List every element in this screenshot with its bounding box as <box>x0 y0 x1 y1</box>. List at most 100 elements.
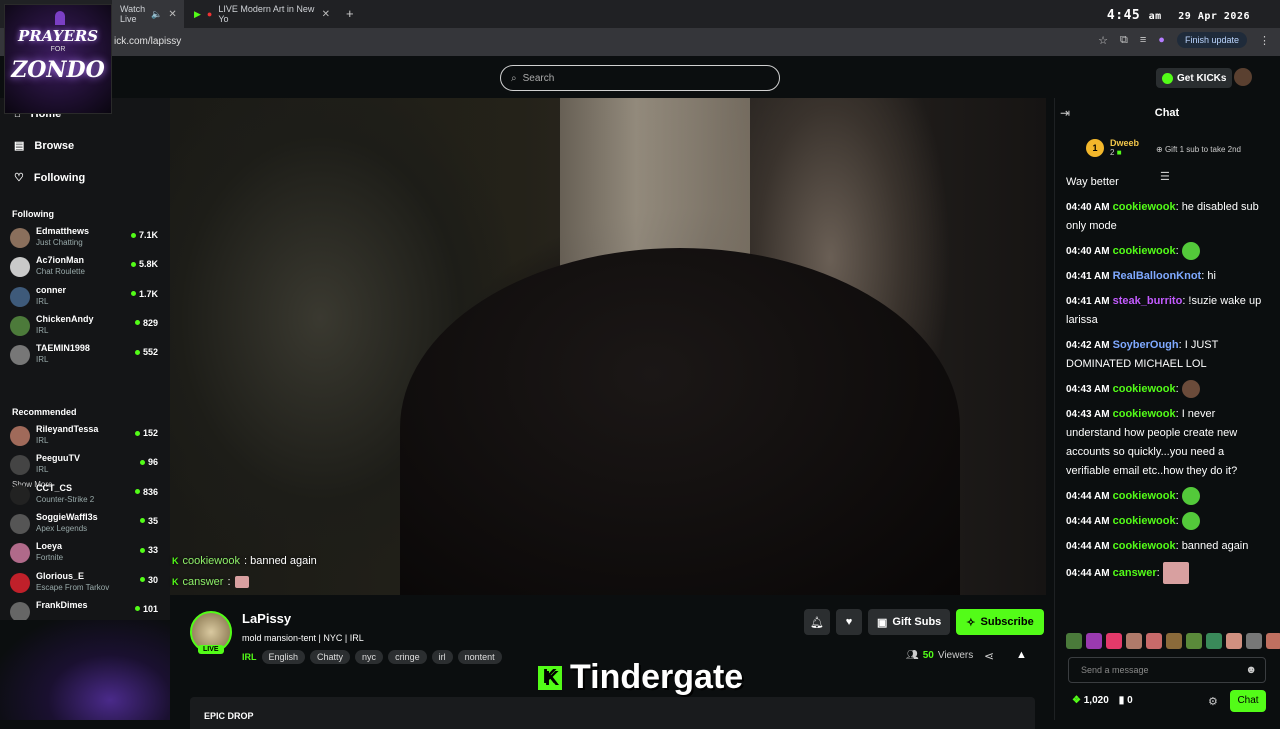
sidebar-channel-item[interactable]: Ac7ionMan Chat Roulette 5.8K <box>10 254 162 282</box>
live-dot-icon <box>134 489 140 495</box>
message-text: : <box>1175 383 1179 395</box>
user-avatar[interactable] <box>1234 68 1252 86</box>
get-kicks-button[interactable]: Get KICKs <box>1156 68 1233 88</box>
gift-subs-button[interactable]: ▣ Gift Subs <box>868 609 951 635</box>
tag-chip[interactable]: cringe <box>388 650 427 664</box>
live-dot-icon <box>139 518 145 524</box>
finish-update-button[interactable]: Finish update <box>1176 32 1247 48</box>
message-username[interactable]: steak_burrito <box>1113 295 1183 307</box>
leader-name[interactable]: Dweeb <box>1110 138 1139 148</box>
streamer-name[interactable]: LaPissy <box>242 611 291 626</box>
report-warning-icon[interactable]: ▲ <box>1016 649 1027 661</box>
browser-menu-icon[interactable]: ⋮ <box>1259 34 1270 47</box>
sidebar-channel-item[interactable]: Glorious_E Escape From Tarkov 30 <box>10 570 162 598</box>
emote-icon[interactable] <box>1246 633 1262 649</box>
sidebar-item-following[interactable]: ♡ Following <box>14 171 85 185</box>
message-username[interactable]: RealBalloonKnot <box>1113 270 1202 282</box>
channel-viewers: 152 <box>134 428 158 438</box>
viewer-count: 👥︎ 50 Viewers <box>906 650 973 661</box>
sidebar-channel-item[interactable]: RileyandTessa IRL 152 <box>10 423 162 451</box>
browse-icon: ▤ <box>14 140 25 152</box>
send-chat-button[interactable]: Chat <box>1230 690 1266 712</box>
message-username[interactable]: cookiewook <box>1113 383 1176 395</box>
message-time: 04:40 AM <box>1066 246 1110 257</box>
message-username[interactable]: cookiewook <box>1113 490 1176 502</box>
sidebar-channel-item[interactable]: Loeya Fortnite 33 <box>10 540 162 568</box>
viewer-number: 96 <box>147 457 158 468</box>
browser-tab-modern-art[interactable]: ▶ ● LIVE Modern Art in New Yo ✕ <box>186 0 338 28</box>
message-text: : <box>1175 245 1179 257</box>
channel-avatar <box>10 601 30 622</box>
gift-hint[interactable]: ⊕ Gift 1 sub to take 2nd <box>1156 145 1241 154</box>
viewer-number: 1.7K <box>138 288 158 299</box>
category-link[interactable]: IRL <box>242 652 257 662</box>
extensions-icon[interactable]: ⧉ <box>1120 34 1128 47</box>
channel-viewers: 1.7K <box>130 288 158 299</box>
channel-category: Counter-Strike 2 <box>36 494 95 504</box>
sidebar-channel-item[interactable]: Edmatthews Just Chatting 7.1K <box>10 225 162 253</box>
browser-tab-watch-live[interactable]: Watch Live 🔈 ✕ <box>112 0 184 28</box>
recommended-heading: Recommended <box>12 407 77 417</box>
channel-avatar <box>10 484 30 505</box>
gift-icon: ⊕ <box>1156 145 1163 154</box>
message-username[interactable]: SoyberOugh <box>1113 339 1179 351</box>
message-username[interactable]: cookiewook <box>1113 201 1176 213</box>
share-icon[interactable]: ⋖ <box>984 649 994 663</box>
chat-message: 04:41 AM steak_burrito: !suzie wake up l… <box>1066 292 1268 330</box>
bookmark-star-icon[interactable]: ☆ <box>1098 34 1108 47</box>
message-time: 04:40 AM <box>1066 202 1110 213</box>
tag-chip[interactable]: nontent <box>457 650 502 664</box>
message-username[interactable]: cookiewook <box>1113 408 1176 420</box>
sidebar-channel-item[interactable]: CCT_CS Counter-Strike 2 836 <box>10 482 162 510</box>
close-tab-icon[interactable]: ✕ <box>322 9 330 20</box>
emote-icon[interactable] <box>1186 633 1202 649</box>
sidebar-channel-item[interactable]: PeeguuTV IRL 96 <box>10 452 162 480</box>
emote-icon[interactable] <box>1166 633 1182 649</box>
message-username[interactable]: cookiewook <box>1113 245 1176 257</box>
clock-ampm: am <box>1148 11 1162 22</box>
notification-bell-button[interactable]: 🔔︎ <box>804 609 830 635</box>
emoji-picker-icon[interactable]: ☻ <box>1245 664 1257 676</box>
speaker-icon[interactable]: 🔈 <box>151 9 162 20</box>
search-input[interactable]: ⌕ Search <box>500 65 780 91</box>
follow-heart-button[interactable]: ♥ <box>836 609 862 635</box>
emote-icon[interactable] <box>1206 633 1222 649</box>
subscribe-button[interactable]: ✧ Subscribe <box>956 609 1044 635</box>
sidebar-channel-item[interactable]: TAEMIN1998 IRL 552 <box>10 342 162 370</box>
tag-chip[interactable]: Chatty <box>310 650 351 664</box>
sidebar-item-browse[interactable]: ▤ Browse <box>14 139 74 153</box>
video-player[interactable] <box>170 98 1046 595</box>
message-text: : <box>1175 515 1179 527</box>
tag-chip[interactable]: irl <box>431 650 453 664</box>
chat-settings-gear-icon[interactable]: ⚙ <box>1208 695 1218 708</box>
channel-name: ChickenAndy <box>36 313 94 324</box>
new-tab-icon[interactable]: + <box>346 6 354 21</box>
message-username[interactable]: canswer <box>1113 567 1157 579</box>
emote-icon[interactable] <box>1126 633 1142 649</box>
tag-chip[interactable]: English <box>261 650 306 664</box>
profile-icon[interactable]: ● <box>1158 34 1165 46</box>
sidebar-channel-item[interactable]: ChickenAndy IRL 829 <box>10 313 162 341</box>
url-text[interactable]: ick.com/lapissy <box>114 36 181 47</box>
sidebar-channel-item[interactable]: conner IRL 1.7K <box>10 284 162 312</box>
media-controls-icon[interactable]: ≡ <box>1140 34 1146 46</box>
chat-input[interactable]: Send a message ☻ <box>1068 657 1266 683</box>
channel-avatar <box>10 315 30 336</box>
about-panel: EPIC DROP <box>190 697 1035 729</box>
emote-icon[interactable] <box>1066 633 1082 649</box>
emote-icon[interactable] <box>1266 633 1280 649</box>
message-time: 04:44 AM <box>1066 541 1110 552</box>
emote-icon[interactable] <box>1146 633 1162 649</box>
message-time: 04:43 AM <box>1066 409 1110 420</box>
emote-icon[interactable] <box>1086 633 1102 649</box>
tag-chip[interactable]: nyc <box>355 650 384 664</box>
emote-icon[interactable] <box>1106 633 1122 649</box>
emote-icon[interactable] <box>1226 633 1242 649</box>
message-username[interactable]: cookiewook <box>1113 540 1176 552</box>
overlay-chat-user: canswer <box>182 576 224 588</box>
message-username[interactable]: cookiewook <box>1113 515 1176 527</box>
tab-label: Watch Live <box>120 4 146 24</box>
close-tab-icon[interactable]: ✕ <box>168 9 176 20</box>
channel-category: IRL <box>36 355 49 365</box>
sidebar-channel-item[interactable]: SoggieWaffl3s Apex Legends 35 <box>10 511 162 539</box>
